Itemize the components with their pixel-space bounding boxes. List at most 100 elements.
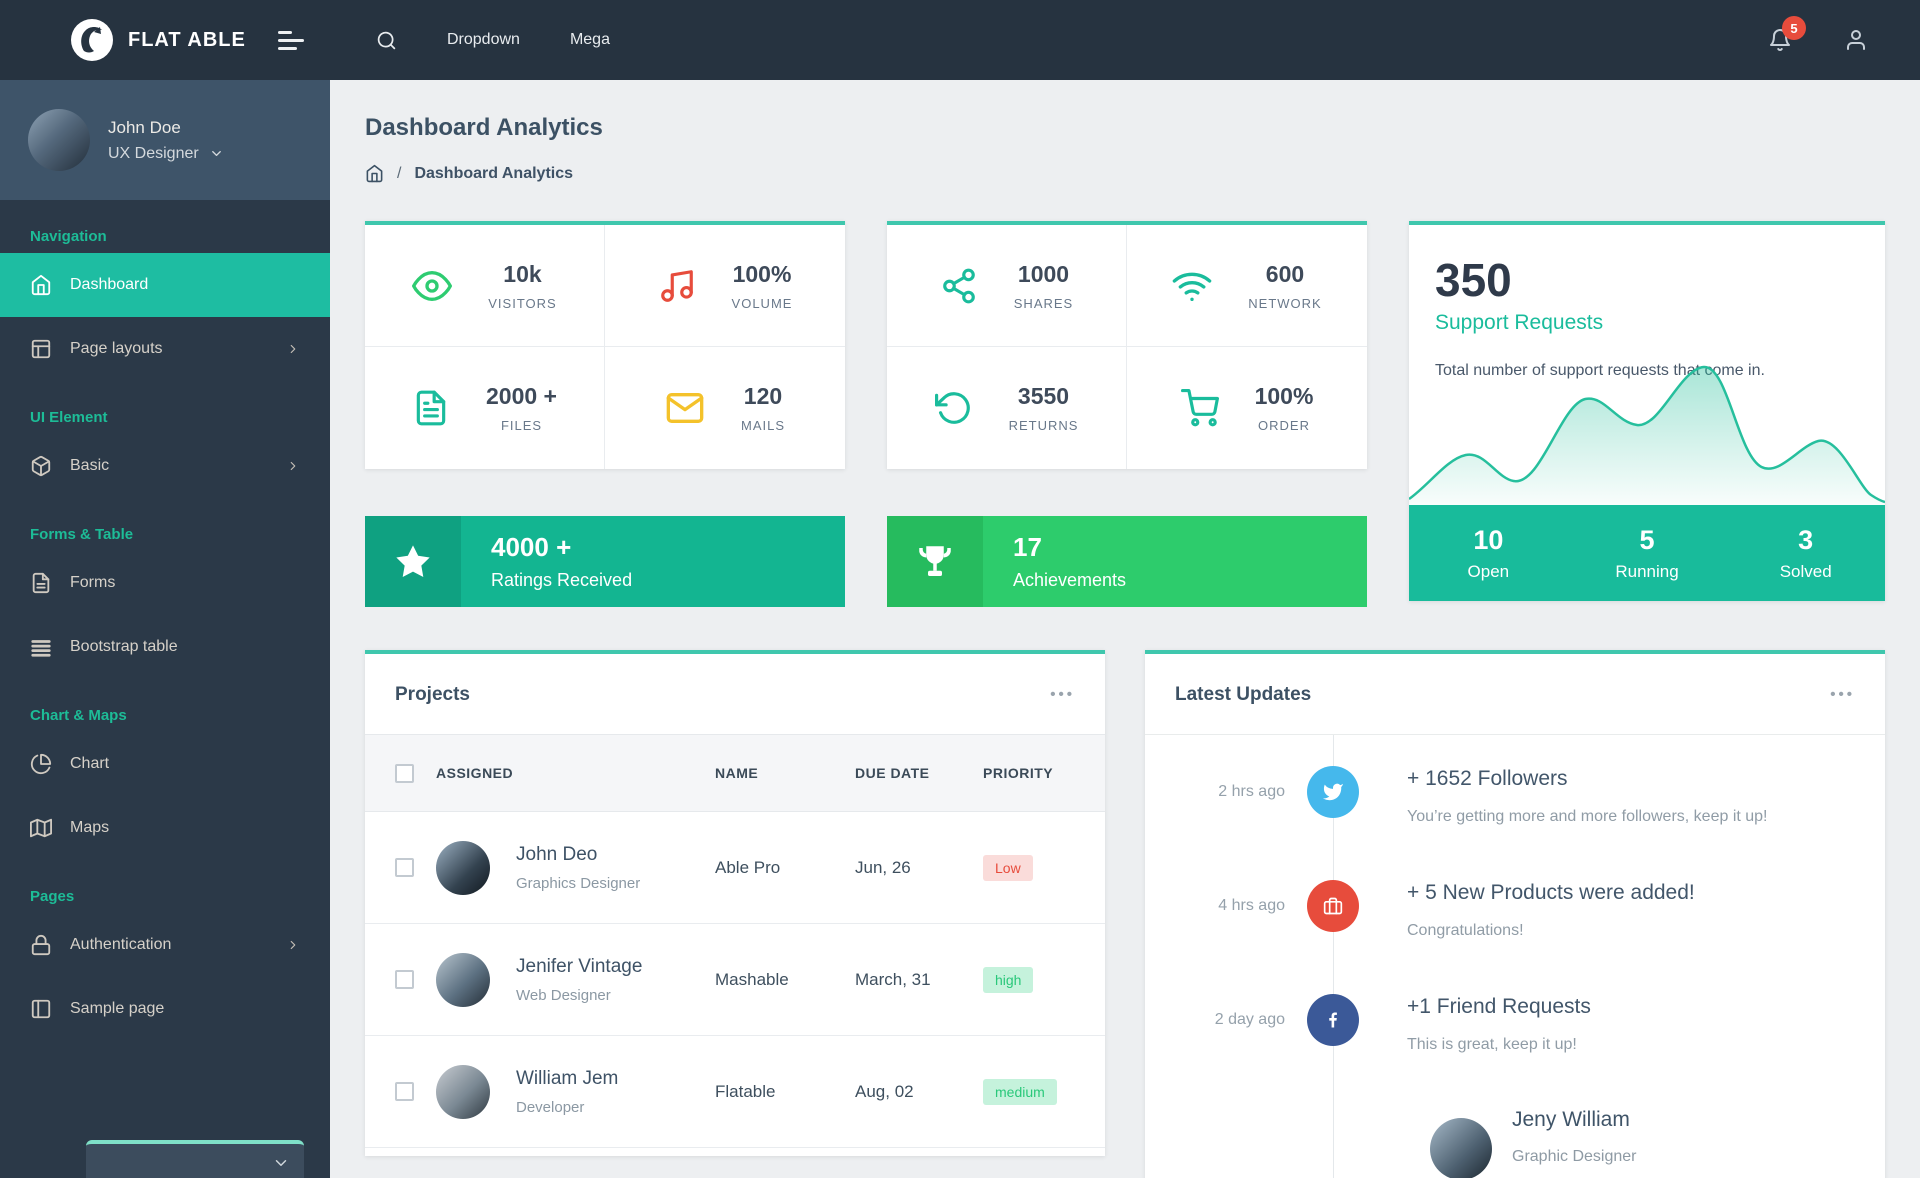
support-sparkline-chart — [1409, 365, 1885, 505]
sidebar-layout-icon — [30, 998, 52, 1020]
sidebar-collapsed-card[interactable] — [86, 1140, 304, 1178]
stat-mails: 120 MAILS — [605, 347, 845, 469]
file-text-icon — [30, 572, 52, 594]
rotate-ccw-icon — [934, 389, 973, 427]
list-item: 2 hrs ago + 1652 Followers You’re gettin… — [1218, 766, 1768, 825]
updates-timeline: 2 hrs ago + 1652 Followers You’re gettin… — [1145, 735, 1885, 1178]
avatar — [1430, 1118, 1492, 1178]
eye-icon — [412, 266, 453, 306]
priority-badge: high — [983, 966, 1034, 993]
user-icon[interactable] — [1844, 28, 1868, 52]
support-requests-card: 350 Support Requests Total number of sup… — [1409, 221, 1885, 601]
home-icon — [30, 274, 52, 296]
achievements-banner: 17 Achievements — [887, 516, 1367, 607]
projects-table-header: ASSIGNED NAME DUE DATE PRIORITY — [365, 734, 1105, 812]
mail-icon — [665, 388, 705, 428]
stats-card-1: 10k VISITORS 100% VOLUME 2000 + FILES 12… — [365, 221, 845, 469]
priority-badge: medium — [983, 1078, 1057, 1105]
notification-badge: 5 — [1782, 16, 1806, 40]
row-checkbox[interactable] — [395, 970, 414, 989]
stat-returns: 3550 RETURNS — [887, 347, 1127, 469]
wifi-icon — [1172, 266, 1212, 306]
table-icon — [30, 636, 52, 658]
topbar-right: 5 — [1768, 16, 1920, 52]
row-checkbox[interactable] — [395, 1082, 414, 1101]
update-person: Jeny William Graphic Designer — [1430, 1108, 1885, 1178]
sidebar-section-forms-table: Forms & Table — [30, 526, 134, 543]
twitter-icon — [1307, 766, 1359, 818]
nav-mega[interactable]: Mega — [570, 31, 610, 49]
projects-title: Projects — [395, 684, 470, 705]
search-icon[interactable] — [376, 30, 397, 51]
chevron-down-icon — [211, 151, 221, 156]
top-nav: Dropdown Mega — [376, 30, 610, 51]
projects-card: Projects ••• ASSIGNED NAME DUE DATE PRIO… — [365, 650, 1105, 1156]
music-icon — [658, 267, 696, 305]
brand: FLAT ABLE — [0, 18, 330, 62]
avatar — [436, 952, 490, 1007]
list-item: 4 hrs ago + 5 New Products were added! C… — [1218, 880, 1695, 939]
share-icon — [940, 267, 978, 305]
priority-badge: Low — [983, 854, 1033, 881]
table-row: Jenifer Vintage Web Designer Mashable Mar… — [365, 924, 1105, 1036]
breadcrumb-separator: / — [397, 164, 402, 182]
sidebar-item-dashboard[interactable]: Dashboard — [0, 253, 330, 317]
layout-icon — [30, 338, 52, 360]
nav-dropdown[interactable]: Dropdown — [447, 31, 520, 49]
briefcase-icon — [1307, 880, 1359, 932]
row-checkbox[interactable] — [395, 858, 414, 877]
more-options-icon[interactable]: ••• — [1050, 687, 1075, 702]
chevron-right-icon — [286, 459, 300, 473]
sidebar-item-sample-page[interactable]: Sample page — [0, 977, 330, 1041]
more-options-icon[interactable]: ••• — [1830, 687, 1855, 702]
chevron-right-icon — [286, 938, 300, 952]
latest-updates-card: Latest Updates ••• 2 hrs ago + 1652 Foll… — [1145, 650, 1885, 1178]
support-running: 5 Running — [1615, 524, 1679, 581]
lock-icon — [30, 934, 52, 956]
avatar — [436, 840, 490, 895]
support-value: 350 — [1435, 254, 1512, 306]
stat-order: 100% ORDER — [1127, 347, 1367, 469]
box-icon — [30, 455, 52, 477]
star-icon — [365, 516, 461, 607]
sidebar-item-forms[interactable]: Forms — [0, 551, 330, 615]
breadcrumb-item[interactable]: Dashboard Analytics — [414, 165, 573, 183]
support-footer: 10 Open 5 Running 3 Solved — [1409, 505, 1885, 601]
sidebar: John Doe UX Designer Navigation Dashboar… — [0, 80, 330, 1178]
notifications-bell-icon[interactable]: 5 — [1768, 16, 1806, 52]
map-icon — [30, 817, 52, 839]
avatar — [436, 1064, 490, 1119]
sidebar-item-chart[interactable]: Chart — [0, 732, 330, 796]
sidebar-item-maps[interactable]: Maps — [0, 796, 330, 860]
support-solved: 3 Solved — [1779, 524, 1832, 581]
profile-name: John Doe — [108, 117, 181, 137]
sidebar-item-authentication[interactable]: Authentication — [0, 913, 330, 977]
home-icon[interactable] — [365, 164, 384, 183]
list-item: 2 day ago +1 Friend Requests This is gre… — [1214, 994, 1591, 1053]
chevron-down-icon — [272, 1154, 290, 1177]
user-profile[interactable]: John Doe UX Designer — [0, 80, 330, 200]
brand-name: FLAT ABLE — [128, 28, 246, 51]
sidebar-section-chart-maps: Chart & Maps — [30, 707, 127, 724]
menu-toggle-icon[interactable] — [277, 30, 304, 50]
support-open: 10 Open — [1467, 524, 1510, 581]
select-all-checkbox[interactable] — [395, 763, 414, 783]
stat-visitors: 10k VISITORS — [365, 225, 605, 347]
stat-network: 600 NETWORK — [1127, 225, 1367, 347]
sidebar-item-bootstrap-table[interactable]: Bootstrap table — [0, 615, 330, 679]
stats-card-2: 1000 SHARES 600 NETWORK 3550 RETURNS 100… — [887, 221, 1367, 469]
sidebar-item-basic[interactable]: Basic — [0, 434, 330, 498]
profile-role: UX Designer — [108, 144, 199, 162]
main-content: Dashboard Analytics / Dashboard Analytic… — [330, 80, 1920, 1178]
sidebar-item-page-layouts[interactable]: Page layouts — [0, 317, 330, 381]
updates-title: Latest Updates — [1175, 684, 1312, 705]
sidebar-section-ui-element: UI Element — [30, 409, 108, 426]
stat-volume: 100% VOLUME — [605, 225, 845, 347]
stat-shares: 1000 SHARES — [887, 225, 1127, 347]
avatar — [28, 109, 90, 171]
trophy-icon — [887, 516, 983, 607]
file-text-icon — [412, 389, 450, 427]
pie-chart-icon — [30, 753, 52, 775]
support-title: Support Requests — [1435, 311, 1604, 334]
table-row: John Deo Graphics Designer Able Pro Jun, … — [365, 812, 1105, 924]
